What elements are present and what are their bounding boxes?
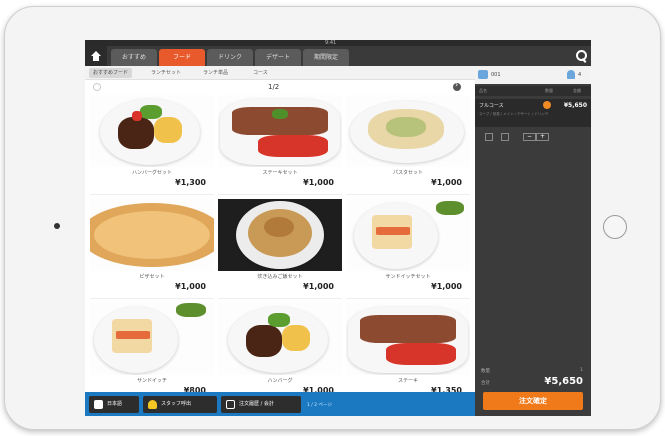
subtab-lunch-single[interactable]: ランチ単品: [199, 68, 232, 78]
order-item-price: ¥5,650: [563, 102, 587, 109]
tab-dessert[interactable]: デザート: [255, 49, 301, 66]
menu-item-card[interactable]: ステーキセット ¥1,000: [218, 95, 342, 195]
pager: 1/2: [85, 80, 475, 94]
order-list-header: 品名 数量 金額: [475, 86, 591, 96]
flag-icon: [94, 400, 103, 409]
pizza-set-photo: [90, 199, 214, 271]
subtab-lunch-set[interactable]: ランチセット: [147, 68, 185, 78]
order-panel-header: 001 4: [475, 66, 591, 84]
tab-recommended[interactable]: おすすめ: [111, 49, 157, 66]
increase-button[interactable]: +: [536, 133, 549, 141]
sandwich-set-photo: [346, 199, 470, 271]
menu-item-card[interactable]: 炊き込みご飯セット ¥1,000: [218, 199, 342, 299]
menu-item-name: サンドイッチセット: [385, 274, 431, 280]
camera-icon: [54, 223, 60, 229]
category-tabs: おすすめ フード ドリンク デザート 期間限定: [85, 46, 591, 66]
tab-drink[interactable]: ドリンク: [207, 49, 253, 66]
app-screen: 9:41 おすすめ フード ドリンク デザート 期間限定 おすすめフード ランチ…: [85, 40, 591, 416]
sandwich-photo: [90, 303, 214, 375]
order-item-qty-badge: [543, 101, 551, 109]
prev-page-button[interactable]: [93, 83, 101, 91]
hamburg-set-photo: [90, 95, 214, 167]
menu-item-card[interactable]: ピザセット ¥1,000: [90, 199, 214, 299]
menu-item-price: ¥1,000: [431, 178, 462, 187]
menu-item-name: ステーキ: [397, 378, 418, 384]
home-button[interactable]: [603, 215, 627, 239]
menu-item-price: ¥1,000: [303, 282, 334, 291]
header-qty: 数量: [545, 88, 553, 93]
pasta-set-photo: [346, 95, 470, 167]
subtab-recommended-food[interactable]: おすすめフード: [89, 68, 133, 78]
search-icon[interactable]: [575, 49, 587, 63]
menu-item-card[interactable]: ハンバーグセット ¥1,300: [90, 95, 214, 195]
menu-item-name: ピザセット: [139, 274, 165, 280]
menu-item-name: ハンバーグ: [267, 378, 293, 384]
menu-grid: ハンバーグセット ¥1,300 ステーキセット ¥1,000 パスタセット ¥1…: [90, 95, 472, 407]
menu-item-name: ステーキセット: [262, 170, 298, 176]
language-button[interactable]: 日本語: [89, 396, 139, 413]
order-item[interactable]: フルコース ¥5,650 スープ / 前菜 / メイン / デザート / ドリン…: [475, 99, 591, 127]
home-icon[interactable]: [85, 46, 107, 66]
hamburg-photo: [218, 303, 342, 375]
menu-item-card[interactable]: サンドイッチ ¥800: [90, 303, 214, 403]
menu-item-price: ¥1,300: [175, 178, 206, 187]
tab-limited[interactable]: 期間限定: [303, 49, 349, 66]
language-label: 日本語: [107, 401, 123, 407]
order-item-name: フルコース: [479, 103, 504, 109]
receipt-icon: [226, 400, 235, 409]
next-page-button[interactable]: [453, 80, 461, 91]
page-indicator: 1 / 2 ページ: [307, 403, 332, 408]
menu-item-name: パスタセット: [392, 170, 423, 176]
menu-item-name: サンドイッチ: [136, 378, 167, 384]
header-name: 品名: [479, 88, 487, 93]
menu-item-price: ¥1,000: [303, 178, 334, 187]
page-number: 1/2: [268, 83, 280, 91]
bottom-bar: 日本語 スタッフ呼出 注文履歴 / 会計 1 / 2 ページ: [85, 392, 475, 416]
subtab-course[interactable]: コース: [249, 68, 272, 78]
menu-item-card[interactable]: パスタセット ¥1,000: [346, 95, 470, 195]
staff-call-button[interactable]: スタッフ呼出: [143, 396, 217, 413]
order-history-label: 注文履歴 / 会計: [239, 401, 274, 407]
steak-set-photo: [218, 95, 342, 167]
steak-photo: [346, 303, 470, 375]
menu-item-card[interactable]: ステーキ ¥1,350: [346, 303, 470, 403]
order-item-note: スープ / 前菜 / メイン / デザート / ドリンク: [479, 112, 549, 116]
bell-icon: [148, 400, 157, 409]
tablet-frame: 9:41 おすすめ フード ドリンク デザート 期間限定 おすすめフード ランチ…: [4, 6, 661, 430]
subtotal-value: 1: [580, 368, 583, 373]
menu-item-price: ¥1,000: [175, 282, 206, 291]
table-number: 001: [491, 72, 501, 78]
total-value: ¥5,650: [544, 376, 583, 387]
table-icon: [478, 70, 488, 79]
menu-item-card[interactable]: サンドイッチセット ¥1,000: [346, 199, 470, 299]
rice-set-photo: [218, 199, 342, 271]
subtotal-label: 数量: [481, 369, 490, 374]
menu-item-price: ¥1,000: [431, 282, 462, 291]
decrease-button[interactable]: −: [523, 133, 536, 141]
person-icon: [567, 70, 575, 79]
menu-item-name: ハンバーグセット: [131, 170, 172, 176]
header-price: 金額: [573, 88, 581, 93]
menu-item-card[interactable]: ハンバーグ ¥1,000: [218, 303, 342, 403]
order-history-button[interactable]: 注文履歴 / 会計: [221, 396, 301, 413]
guest-count: 4: [578, 72, 582, 78]
order-panel: 001 4 品名 数量 金額 フルコース ¥5,650 スープ / 前菜 / メ…: [475, 66, 591, 416]
menu-item-name: 炊き込みご飯セット: [257, 274, 303, 280]
confirm-order-button[interactable]: 注文確定: [483, 392, 583, 410]
tab-food[interactable]: フード: [159, 49, 205, 66]
total-label: 合計: [481, 381, 490, 386]
subcategory-tabs: おすすめフード ランチセット ランチ単品 コース: [85, 66, 475, 80]
edit-icon[interactable]: [485, 133, 493, 141]
delete-icon[interactable]: [501, 133, 509, 141]
staff-call-label: スタッフ呼出: [161, 401, 192, 407]
